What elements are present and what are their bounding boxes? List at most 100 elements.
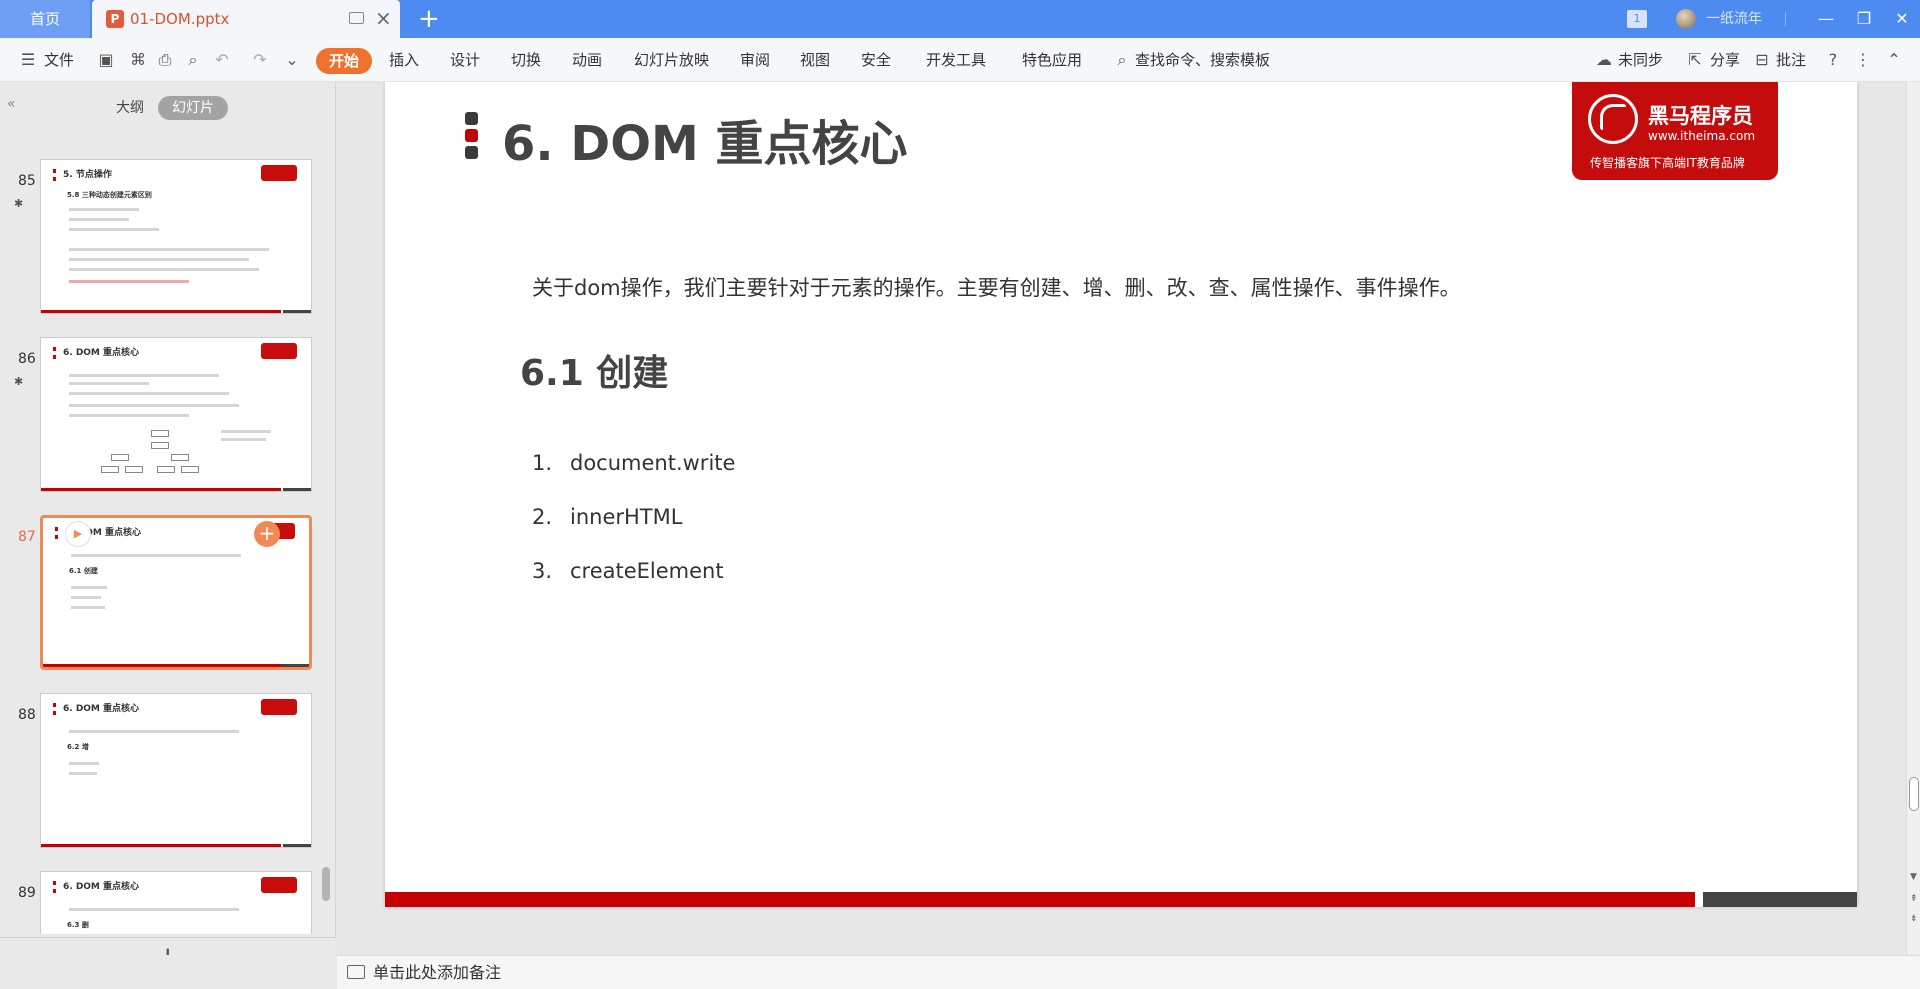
thumb-title: 5. 节点操作 <box>63 170 112 180</box>
command-search[interactable]: 查找命令、搜索模板 <box>1135 38 1270 82</box>
share-icon[interactable]: ⇱ <box>1685 50 1705 70</box>
slide-thumbnail[interactable]: 89 6. DOM 重点核心 6.3 删 <box>10 871 315 934</box>
scroll-down-icon[interactable]: ▼ <box>1910 872 1917 882</box>
home-tab[interactable]: 首页 <box>0 0 90 38</box>
help-icon[interactable]: ? <box>1823 50 1843 70</box>
share-button[interactable]: 分享 <box>1710 38 1740 82</box>
list-item[interactable]: 1. document.write <box>532 451 735 475</box>
chevron-down-icon[interactable]: ⌄ <box>282 50 302 70</box>
thumb-line <box>71 606 105 609</box>
undo-icon[interactable]: ↶ <box>212 50 232 70</box>
title-bars-icon <box>465 112 479 160</box>
print-preview-icon[interactable]: ⌕ <box>183 50 203 70</box>
logo-icon <box>261 165 297 181</box>
tab-view[interactable]: 视图 <box>800 38 830 82</box>
thumb-line <box>69 268 259 271</box>
format-painter-icon[interactable]: ⌘ <box>128 50 148 70</box>
sync-status[interactable]: 未同步 <box>1618 38 1663 82</box>
window-count-badge[interactable]: 1 <box>1627 10 1647 28</box>
monitor-icon[interactable] <box>349 12 364 24</box>
comment-icon[interactable]: ⊟ <box>1752 50 1772 70</box>
redo-icon[interactable]: ↷ <box>250 50 270 70</box>
title-bars-icon <box>53 347 56 359</box>
notes-bar[interactable]: 单击此处添加备注 <box>337 955 1920 989</box>
list-text: innerHTML <box>570 505 683 529</box>
slide-number: 85 <box>18 173 36 189</box>
thumb-subtitle: 6.1 创建 <box>69 567 98 575</box>
slide-thumbnail[interactable]: 85 ✱ 5. 节点操作 5.8 三种动态创建元素区别 <box>10 159 315 319</box>
list-item[interactable]: 3. createElement <box>532 559 724 583</box>
slide-title[interactable]: 6. DOM 重点核心 <box>502 104 907 174</box>
avatar[interactable] <box>1676 9 1696 29</box>
comment-button[interactable]: 批注 <box>1776 38 1806 82</box>
title-bars-icon <box>53 703 56 715</box>
add-slide-icon[interactable]: + <box>254 521 280 547</box>
slide-preview[interactable]: 5. 节点操作 5.8 三种动态创建元素区别 <box>40 159 312 314</box>
tab-review[interactable]: 审阅 <box>740 38 770 82</box>
section-heading[interactable]: 6.1 创建 <box>520 344 668 396</box>
thumb-footer <box>41 310 281 313</box>
tab-transitions[interactable]: 切换 <box>511 38 541 82</box>
slide-thumbnail[interactable]: 88 6. DOM 重点核心 6.2 增 <box>10 693 315 853</box>
collapse-panel-icon[interactable]: « <box>7 96 16 112</box>
restore-icon[interactable]: ❐ <box>1848 0 1880 38</box>
notes-placeholder[interactable]: 单击此处添加备注 <box>373 956 501 989</box>
list-item[interactable]: 2. innerHTML <box>532 505 682 529</box>
scrollbar-thumb[interactable] <box>1909 777 1919 811</box>
bar <box>465 129 478 142</box>
logo-icon <box>261 343 297 359</box>
search-icon[interactable]: ⌕ <box>1112 50 1132 70</box>
ribbon: ☰ 文件 ▣ ⌘ ⎙ ⌕ ↶ ↷ ⌄ 开始 插入 设计 切换 动画 幻灯片放映 … <box>0 38 1920 82</box>
dom-tree-node <box>111 454 129 461</box>
slide[interactable]: 6. DOM 重点核心 黑马程序员 www.itheima.com 传智播客旗下… <box>385 82 1857 907</box>
document-tab[interactable]: P 01-DOM.pptx × <box>92 0 400 38</box>
thumb-line <box>69 414 189 417</box>
user-name[interactable]: 一纸流年 <box>1706 0 1762 38</box>
tab-start[interactable]: 开始 <box>316 48 372 74</box>
tab-security[interactable]: 安全 <box>861 38 891 82</box>
tab-slides[interactable]: 幻灯片 <box>158 96 228 120</box>
tab-slideshow[interactable]: 幻灯片放映 <box>634 38 709 82</box>
slide-canvas: 6. DOM 重点核心 黑马程序员 www.itheima.com 传智播客旗下… <box>337 82 1903 955</box>
close-tab-icon[interactable]: × <box>375 7 392 29</box>
tab-outline[interactable]: 大纲 <box>108 96 152 120</box>
logo-url: www.itheima.com <box>1648 129 1756 143</box>
slide-preview[interactable]: 6. DOM 重点核心 6.3 删 <box>40 871 312 934</box>
thumb-subtitle: 6.3 删 <box>67 921 89 929</box>
tab-insert[interactable]: 插入 <box>389 38 419 82</box>
slide-thumbnail[interactable]: 86 ✱ 6. DOM 重点核心 <box>10 337 315 497</box>
logo-name: 黑马程序员 <box>1648 104 1753 128</box>
intro-text[interactable]: 关于dom操作，我们主要针对于元素的操作。主要有创建、增、删、改、查、属性操作、… <box>532 272 1461 302</box>
print-icon[interactable]: ⎙ <box>155 50 175 70</box>
thumb-footer <box>283 310 311 313</box>
tab-developer[interactable]: 开发工具 <box>926 38 986 82</box>
file-menu[interactable]: 文件 <box>44 38 74 82</box>
tab-animation[interactable]: 动画 <box>572 38 602 82</box>
save-icon[interactable]: ▣ <box>96 50 116 70</box>
thumb-line <box>69 374 219 377</box>
list-text: createElement <box>570 559 724 583</box>
thumb-subtitle: 6.2 增 <box>67 743 89 751</box>
play-slide-icon[interactable]: ▶ <box>65 521 91 547</box>
divider <box>1785 12 1786 26</box>
previous-page-icon[interactable]: ⇞ <box>1910 894 1918 904</box>
scrollbar-thumb[interactable] <box>322 867 330 901</box>
next-page-icon[interactable]: ⇟ <box>1910 914 1918 924</box>
vertical-scrollbar[interactable]: ▼ ⇞ ⇟ <box>1906 82 1920 955</box>
dom-tree-node <box>151 442 169 449</box>
slide-preview[interactable]: 6. DOM 重点核心 <box>40 337 312 492</box>
tab-special-apps[interactable]: 特色应用 <box>1022 38 1082 82</box>
slide-preview[interactable]: 6. DOM 重点核心 6.2 增 <box>40 693 312 848</box>
collapse-ribbon-icon[interactable]: ⌃ <box>1884 50 1904 70</box>
more-icon[interactable]: ⋮ <box>1853 50 1873 70</box>
cloud-sync-icon[interactable]: ☁ <box>1594 50 1614 70</box>
thumb-line <box>69 258 249 261</box>
minimize-icon[interactable]: — <box>1810 0 1842 38</box>
close-window-icon[interactable]: ✕ <box>1886 0 1918 38</box>
plus-icon[interactable]: + <box>418 4 440 34</box>
hamburger-menu-icon[interactable]: ☰ <box>18 50 38 70</box>
title-bars-icon <box>53 169 56 181</box>
animation-star-icon: ✱ <box>14 197 24 210</box>
tab-design[interactable]: 设计 <box>450 38 480 82</box>
logo-icon <box>261 699 297 715</box>
